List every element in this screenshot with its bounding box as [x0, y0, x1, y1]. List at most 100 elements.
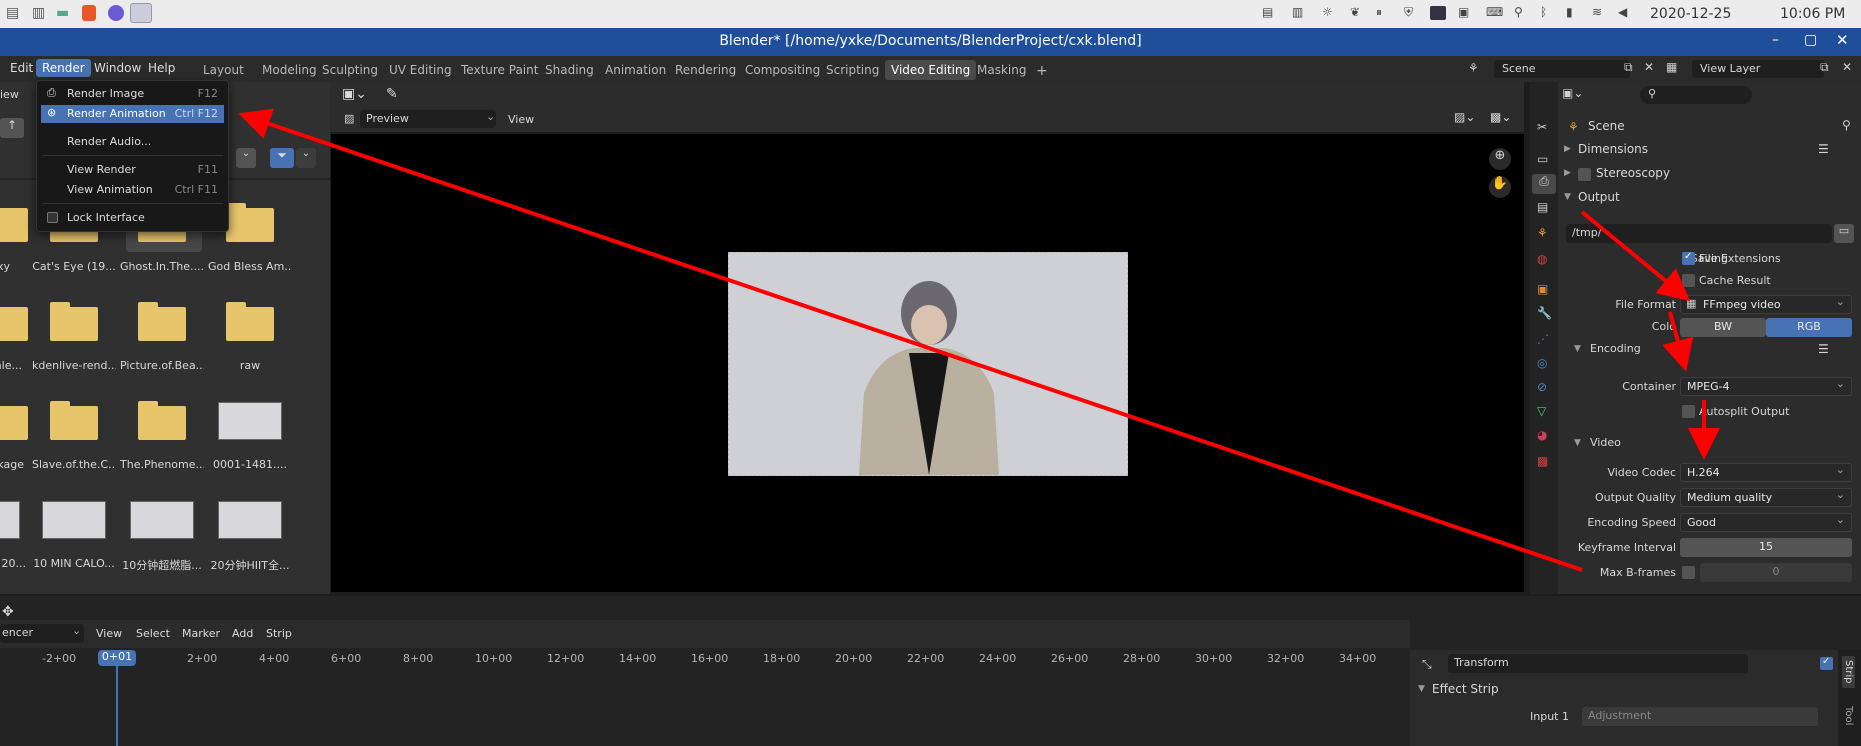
- material-properties-icon[interactable]: ◕: [1537, 428, 1547, 442]
- bluetooth-icon[interactable]: ᛒ: [1540, 5, 1547, 19]
- menu-item-render-audio[interactable]: Render Audio...: [41, 133, 224, 151]
- view-layer-field[interactable]: View Layer: [1692, 60, 1824, 78]
- battery-icon[interactable]: ▮: [1566, 5, 1573, 19]
- parent-directory-icon[interactable]: ↑: [0, 118, 24, 138]
- notes-tray-icon[interactable]: ▥: [1292, 5, 1303, 19]
- close-icon[interactable]: ✕: [1836, 31, 1849, 49]
- collapsed-arrow-icon[interactable]: ▶: [1564, 168, 1571, 178]
- sample-tool-icon[interactable]: ✎: [386, 86, 398, 102]
- panel-stereoscopy[interactable]: Stereoscopy: [1596, 166, 1670, 180]
- file-browser-view-menu[interactable]: iew: [0, 88, 19, 101]
- brave-browser-icon[interactable]: [82, 5, 96, 21]
- max-bframes-field[interactable]: 0: [1700, 563, 1852, 582]
- pan-hand-icon[interactable]: ✋: [1489, 176, 1511, 198]
- strip-mute-checkbox[interactable]: [1820, 656, 1833, 670]
- color-bw-button[interactable]: BW: [1680, 318, 1766, 337]
- menu-item-view-render[interactable]: View Render F11: [41, 161, 224, 179]
- menu-item-render-animation[interactable]: ⊛ Render Animation Ctrl F12: [41, 105, 224, 123]
- preview-view-menu[interactable]: View: [486, 113, 534, 126]
- filter-dropdown-icon[interactable]: ⌄: [296, 148, 316, 168]
- folder-icon[interactable]: [50, 401, 98, 440]
- file-label[interactable]: 0001-1481....: [208, 458, 292, 471]
- modifier-properties-icon[interactable]: 🔧: [1537, 306, 1552, 320]
- maximize-icon[interactable]: ▢: [1804, 32, 1817, 48]
- cache-result-checkbox[interactable]: [1682, 274, 1695, 287]
- tab-strip[interactable]: Strip: [1842, 656, 1855, 688]
- file-label[interactable]: Ghost.In.The....: [120, 260, 204, 273]
- location-icon[interactable]: ⚲: [1514, 5, 1523, 19]
- timeline-menu-view[interactable]: View: [96, 627, 122, 640]
- preview-mode-dropdown[interactable]: Preview: [360, 110, 496, 128]
- video-thumbnail[interactable]: [218, 501, 282, 539]
- video-codec-dropdown[interactable]: H.264: [1680, 463, 1852, 482]
- file-label[interactable]: Cat's Eye (19...: [32, 260, 116, 273]
- strip-name-field[interactable]: Transform: [1448, 654, 1748, 673]
- tab-sculpting[interactable]: Sculpting: [316, 60, 384, 80]
- document-icon[interactable]: ▥: [32, 5, 45, 21]
- zoom-icon[interactable]: ⊕: [1489, 148, 1511, 170]
- delete-view-layer-icon[interactable]: ✕: [1842, 60, 1852, 74]
- file-extensions-label[interactable]: File Extensions: [1699, 252, 1781, 265]
- pin-icon[interactable]: ⚲: [1842, 118, 1851, 132]
- tab-masking[interactable]: Masking: [971, 60, 1032, 80]
- minimize-icon[interactable]: –: [1772, 32, 1779, 48]
- panel-video[interactable]: Video: [1590, 436, 1621, 449]
- video-thumbnail[interactable]: [130, 501, 194, 539]
- scene-properties-icon[interactable]: ⚘: [1537, 226, 1548, 240]
- file-label[interactable]: xy: [0, 260, 10, 273]
- video-thumbnail[interactable]: [0, 501, 20, 539]
- date-label[interactable]: 2020-12-25: [1650, 6, 1731, 22]
- timeline-menu-marker[interactable]: Marker: [182, 627, 220, 640]
- world-properties-icon[interactable]: ◍: [1537, 252, 1547, 266]
- folder-icon[interactable]: [0, 208, 28, 242]
- view-layer-properties-icon[interactable]: ▤: [1537, 200, 1548, 214]
- delete-scene-icon[interactable]: ✕: [1644, 60, 1654, 74]
- folder-icon[interactable]: [0, 307, 28, 341]
- pause-icon[interactable]: ⏸: [1376, 5, 1382, 20]
- scene-field[interactable]: Scene: [1494, 60, 1630, 78]
- collapsed-arrow-icon[interactable]: ▶: [1564, 144, 1571, 154]
- files-icon[interactable]: ▬: [56, 5, 69, 21]
- time-label[interactable]: 10:06 PM: [1780, 6, 1845, 22]
- file-label[interactable]: ale...: [0, 359, 22, 372]
- notes-icon[interactable]: ▤: [6, 5, 19, 21]
- menu-edit[interactable]: Edit: [10, 61, 33, 75]
- emacs-icon[interactable]: [108, 5, 124, 21]
- autosplit-checkbox[interactable]: [1682, 405, 1695, 418]
- expanded-arrow-icon[interactable]: ▼: [1564, 192, 1571, 202]
- new-scene-icon[interactable]: ⧉: [1624, 60, 1633, 75]
- file-label[interactable]: Picture.of.Bea...: [120, 359, 204, 372]
- file-label[interactable]: kdenlive-rend...: [32, 359, 116, 372]
- keyframe-interval-field[interactable]: 15: [1680, 538, 1852, 557]
- overlay-icon[interactable]: ▨⌄: [1454, 110, 1475, 124]
- shield-icon[interactable]: ⛨: [1404, 5, 1413, 20]
- leaf-icon[interactable]: ❦: [1350, 5, 1360, 19]
- file-label[interactable]: 10分钟超燃脂...: [120, 557, 204, 573]
- expanded-arrow-icon[interactable]: ▼: [1574, 438, 1581, 448]
- volume-icon[interactable]: ◀: [1618, 5, 1627, 19]
- panel-encoding[interactable]: Encoding: [1590, 342, 1641, 355]
- new-view-layer-icon[interactable]: ⧉: [1820, 60, 1829, 75]
- editor-type-icon[interactable]: ▣⌄: [1562, 86, 1583, 100]
- physics-properties-icon[interactable]: ◎: [1537, 356, 1547, 370]
- output-path-field[interactable]: /tmp/: [1566, 224, 1832, 243]
- tab-rendering[interactable]: Rendering: [669, 60, 742, 80]
- file-extensions-checkbox[interactable]: [1682, 251, 1695, 265]
- editor-type-icon[interactable]: ▣⌄: [342, 86, 367, 102]
- tab-animation[interactable]: Animation: [599, 60, 672, 80]
- folder-icon[interactable]: [138, 302, 186, 341]
- wifi-icon[interactable]: ≋: [1592, 5, 1602, 19]
- file-label[interactable]: God Bless Am...: [208, 260, 292, 273]
- properties-search-input[interactable]: ⚲: [1640, 86, 1752, 104]
- presets-icon[interactable]: ☰: [1818, 142, 1829, 156]
- weather-icon[interactable]: ☼: [1322, 5, 1333, 19]
- folder-browse-icon[interactable]: ▭: [1834, 224, 1854, 243]
- constraint-properties-icon[interactable]: ⊘: [1537, 380, 1547, 394]
- particles-properties-icon[interactable]: ⋰: [1537, 332, 1549, 346]
- data-properties-icon[interactable]: ▽: [1537, 404, 1546, 418]
- blender-taskbar-icon[interactable]: [130, 3, 152, 23]
- color-rgb-button[interactable]: RGB: [1766, 318, 1852, 337]
- timeline-menu-add[interactable]: Add: [232, 627, 253, 640]
- file-label[interactable]: raw: [208, 359, 292, 372]
- menu-render[interactable]: Render: [36, 59, 91, 77]
